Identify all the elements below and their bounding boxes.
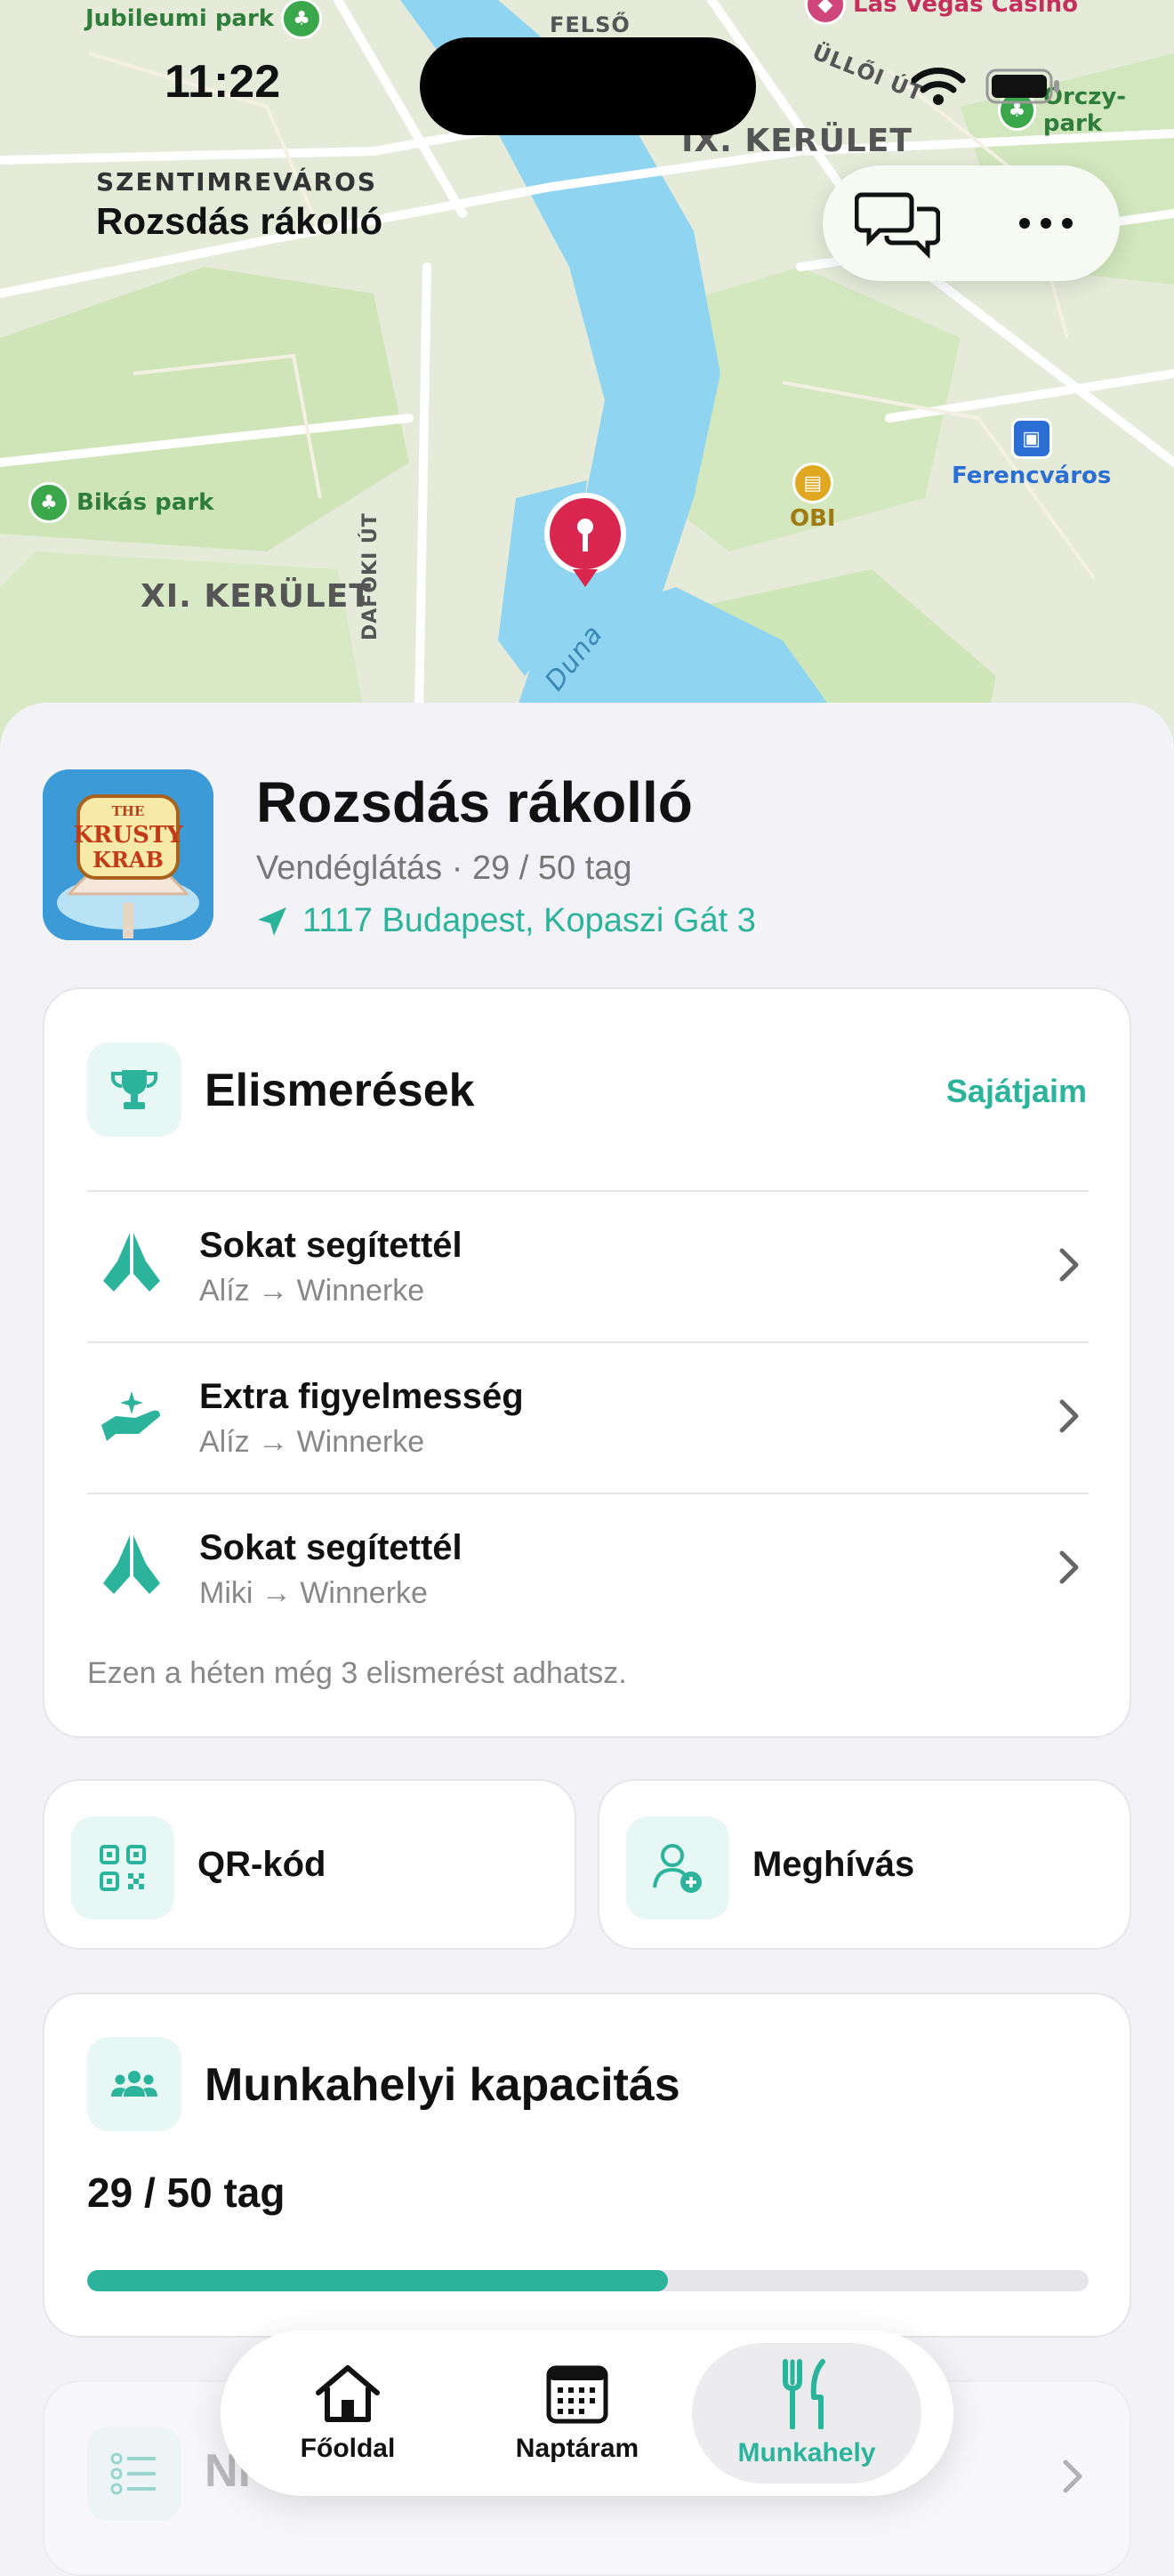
my-recognitions-link[interactable]: Sajátjaim	[946, 1073, 1087, 1110]
recognition-row[interactable]: Sokat segítettél Miki → Winnerke	[87, 1494, 1089, 1644]
recognitions-remaining: Ezen a héten még 3 elismerést adhatsz.	[87, 1656, 627, 1690]
chevron-right-icon	[1059, 1248, 1079, 1282]
map-action-pill	[823, 165, 1120, 281]
logo-text: THE	[112, 803, 145, 819]
workplace-members: 29 / 50 tag	[471, 849, 632, 887]
chat-button[interactable]	[848, 174, 946, 272]
calendar-icon	[546, 2365, 608, 2424]
chevron-right-icon	[1059, 1399, 1079, 1433]
poi-ferencvaros-station[interactable]: ▣ Ferencváros	[952, 418, 1111, 489]
meta-separator: ·	[442, 849, 472, 887]
chat-bubbles-icon	[854, 192, 940, 259]
invite-label: Meghívás	[752, 1845, 915, 1884]
capacity-progress-fill	[87, 2270, 669, 2291]
people-group-icon	[111, 2071, 157, 2097]
recognition-row[interactable]: Extra figyelmesség Alíz → Winnerke	[87, 1343, 1089, 1493]
wifi-icon	[911, 66, 966, 111]
poi-bikas-park[interactable]: ♣ Bikás park	[28, 482, 213, 523]
location-arrow-icon	[258, 906, 286, 936]
recognition-title: Extra figyelmesség	[199, 1377, 524, 1416]
tab-workplace[interactable]: Munkahely	[692, 2343, 921, 2483]
tab-calendar-label: Naptáram	[515, 2434, 639, 2463]
workplace-meta: Vendéglátás · 29 / 50 tag	[256, 849, 632, 888]
recognitions-title: Elismerések	[205, 1065, 475, 1116]
dynamic-island	[420, 37, 756, 135]
map-place-title: Rozsdás rákolló	[96, 200, 383, 242]
map-label-xi-kerulet: XI. KERÜLET	[141, 578, 372, 615]
workplace-name: Rozsdás rákolló	[256, 770, 693, 834]
recognition-subtitle: Alíz → Winnerke	[199, 1274, 425, 1308]
workplace-address: 1117 Budapest, Kopaszi Gát 3	[302, 902, 756, 939]
poi-label: Orczy-park	[1042, 84, 1127, 137]
qr-tile	[71, 1816, 174, 1920]
trophy-tile	[87, 1042, 181, 1137]
poi-label: Ferencváros	[952, 463, 1112, 489]
status-time: 11:22	[165, 56, 281, 108]
tree-icon: ♣	[28, 482, 69, 523]
capacity-progress-track	[87, 2270, 1089, 2291]
recognition-title: Sokat segítettél	[199, 1528, 462, 1567]
chevron-right-icon	[1063, 2459, 1082, 2493]
poi-label: Las Vegas Casino	[853, 0, 1079, 18]
poi-label: Jubileumi park	[85, 5, 275, 32]
poi-label: OBI	[790, 505, 836, 532]
hand-sparkle-icon	[101, 1391, 160, 1441]
recognition-subtitle: Miki → Winnerke	[199, 1576, 428, 1610]
casino-icon: ◆	[805, 0, 846, 25]
praying-hands-icon	[103, 1233, 160, 1292]
qr-code-label: QR-kód	[197, 1845, 326, 1884]
poi-las-vegas-casino[interactable]: ◆ Las Vegas Casino	[805, 0, 1078, 25]
recognition-subtitle: Alíz → Winnerke	[199, 1425, 425, 1459]
more-button[interactable]	[997, 174, 1095, 272]
district-label: SZENTIMREVÁROS	[96, 167, 378, 197]
workplace-logo: THE KRUSTY KRAB	[43, 769, 213, 940]
checklist-icon	[110, 2452, 156, 2495]
recognition-title: Sokat segítettél	[199, 1226, 462, 1265]
map-label-felso: FELSŐ	[550, 12, 631, 37]
logo-text: KRAB	[92, 847, 164, 873]
praying-hands-icon	[103, 1535, 160, 1594]
tab-workplace-label: Munkahely	[737, 2438, 876, 2467]
person-add-icon	[653, 1844, 702, 1893]
capacity-card: Munkahelyi kapacitás 29 / 50 tag	[43, 1992, 1131, 2338]
battery-icon	[985, 68, 1062, 109]
capacity-tile	[87, 2037, 181, 2131]
chevron-right-icon	[1059, 1550, 1079, 1584]
invite-tile	[626, 1816, 729, 1920]
logo-text: KRUSTY	[73, 822, 183, 849]
workplace-category: Vendéglátás	[256, 849, 443, 887]
poi-obi[interactable]: ▤ OBI	[790, 463, 836, 532]
poi-label: Bikás park	[76, 489, 214, 516]
shopping-bag-icon: ▤	[792, 463, 833, 503]
checklist-tile	[87, 2427, 181, 2521]
map-label-road: DAFOKI ÚT	[359, 512, 382, 640]
recognitions-card: Elismerések Sajátjaim Sokat segítettél A…	[43, 987, 1131, 1738]
tab-home-label: Főoldal	[300, 2434, 396, 2463]
fork-knife-icon	[783, 2359, 825, 2429]
tree-icon: ♣	[281, 0, 323, 39]
qr-code-icon	[100, 1845, 146, 1891]
poi-jubileumi-park[interactable]: Jubileumi park ♣	[85, 0, 323, 39]
address-link[interactable]: 1117 Budapest, Kopaszi Gát 3	[256, 902, 756, 940]
house-icon	[316, 2365, 380, 2422]
invite-button[interactable]: Meghívás	[598, 1779, 1131, 1950]
tab-home[interactable]: Főoldal	[233, 2343, 462, 2483]
train-icon: ▣	[1010, 418, 1052, 459]
qr-code-button[interactable]: QR-kód	[43, 1779, 576, 1950]
recognition-row[interactable]: Sokat segítettél Alíz → Winnerke	[87, 1192, 1089, 1341]
capacity-title: Munkahelyi kapacitás	[205, 2059, 680, 2111]
capacity-value: 29 / 50 tag	[87, 2169, 285, 2216]
ellipsis-icon	[1018, 218, 1073, 229]
tab-calendar[interactable]: Naptáram	[462, 2343, 692, 2483]
trophy-icon	[111, 1070, 157, 1109]
tab-bar: Főoldal Naptáram Munkahely	[221, 2330, 953, 2496]
